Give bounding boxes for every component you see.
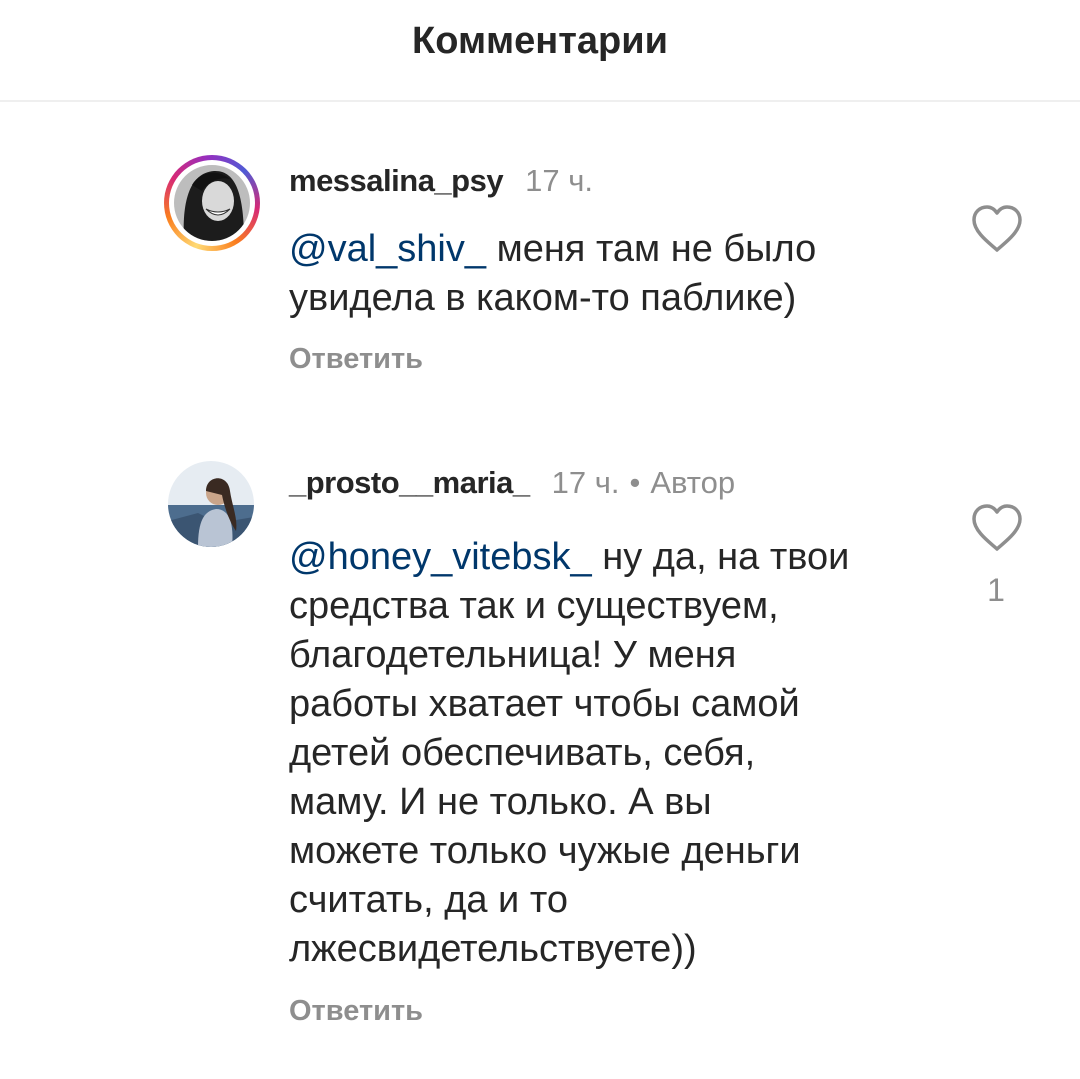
comment-meta: _prosto__maria_ 17 ч. • Автор xyxy=(289,465,735,501)
reply-button[interactable]: Ответить xyxy=(289,995,423,1028)
comment-text: @honey_vitebsk_ ну да, на твои средства … xyxy=(289,533,909,974)
mention-link[interactable]: @honey_vitebsk_ xyxy=(289,536,592,578)
heart-outline-icon[interactable] xyxy=(970,503,1024,553)
timestamp: 17 ч. xyxy=(551,465,620,500)
mention-link[interactable]: @val_shiv_ xyxy=(289,228,486,270)
username[interactable]: _prosto__maria_ xyxy=(289,465,530,500)
comment-text-line: лжесвидетельствуете)) xyxy=(289,928,697,970)
comments-header: Комментарии xyxy=(0,0,1080,102)
heart-outline-icon[interactable] xyxy=(970,204,1024,254)
avatar-image xyxy=(174,165,250,241)
comment-meta: messalina_psy 17 ч. xyxy=(289,163,593,199)
comment-text-line: можете только чужые деньги xyxy=(289,830,801,872)
separator-dot: • xyxy=(629,465,641,500)
timestamp: 17 ч. xyxy=(525,163,593,198)
avatar[interactable] xyxy=(174,165,250,241)
reply-button[interactable]: Ответить xyxy=(289,343,423,376)
avatar-image xyxy=(168,461,254,547)
avatar[interactable] xyxy=(168,461,254,547)
comment-text-line: ну да, на твои xyxy=(602,536,850,578)
comment-text-line: детей обеспечивать, себя, xyxy=(289,732,756,774)
comment-text-line: меня там не было xyxy=(496,228,817,270)
comment-text-line: средства так и существуем, xyxy=(289,585,779,627)
author-badge: Автор xyxy=(650,465,736,500)
username[interactable]: messalina_psy xyxy=(289,163,504,198)
comment-text-line: маму. И не только. А вы xyxy=(289,781,712,823)
comment-text-line: считать, да и то xyxy=(289,879,568,921)
comment-text-line: благодетельница! У меня xyxy=(289,634,737,676)
page-title: Комментарии xyxy=(412,20,668,62)
comment-text: @val_shiv_ меня там не было увидела в ка… xyxy=(289,225,909,323)
like-count[interactable]: 1 xyxy=(980,572,1012,609)
comment-text-line: увидела в каком-то паблике) xyxy=(289,277,797,319)
comment-text-line: работы хватает чтобы самой xyxy=(289,683,800,725)
